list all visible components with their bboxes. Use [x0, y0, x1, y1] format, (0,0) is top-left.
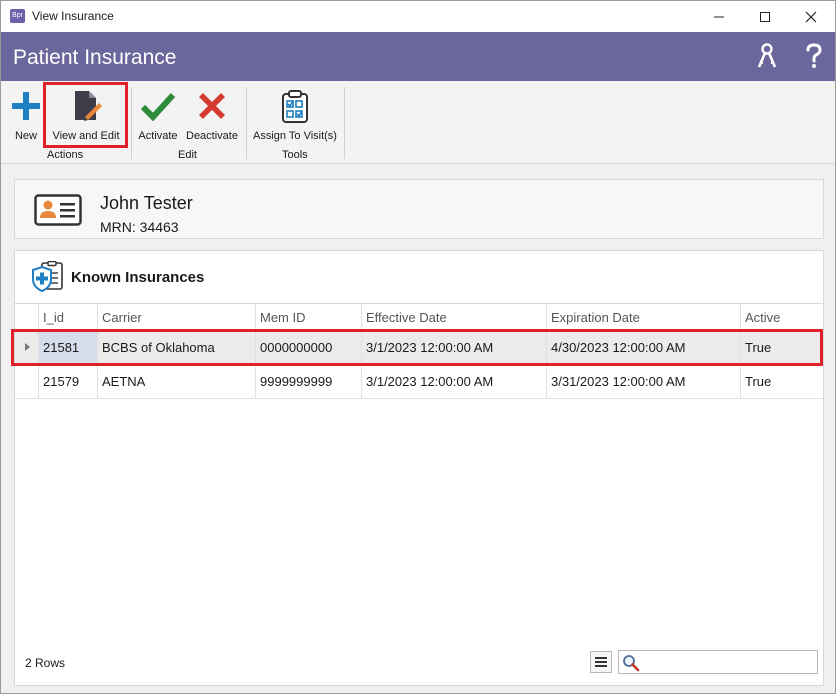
close-button[interactable]: [788, 1, 834, 32]
group-separator: [344, 87, 345, 159]
column-header-mem-id[interactable]: Mem ID: [256, 304, 362, 331]
cell-active: True: [745, 374, 772, 389]
patient-name: John Tester: [100, 193, 193, 213]
view-insurance-window: Bpr View Insurance Patient Insurance New…: [0, 0, 836, 694]
new-label: New: [14, 130, 37, 142]
group-label-tools: Tools: [282, 149, 308, 161]
row-count: 2 Rows: [25, 656, 66, 670]
keys-button[interactable]: [753, 42, 781, 70]
cell-id: 21579: [39, 365, 98, 398]
window-title: View Insurance: [32, 9, 114, 23]
grid-header: I_id Carrier Mem ID Effective Date Expir…: [15, 303, 823, 332]
column-header-effective-date[interactable]: Effective Date: [362, 304, 547, 331]
search-input[interactable]: [641, 653, 815, 673]
grid-menu-button[interactable]: [590, 651, 612, 673]
question-icon: [806, 43, 822, 68]
id-card-icon: [34, 194, 82, 231]
assign-to-visits-label: Assign To Visit(s): [253, 130, 337, 142]
deactivate-label: Deactivate: [186, 130, 238, 142]
table-row[interactable]: 21579 AETNA 9999999999 3/1/2023 12:00:00…: [15, 365, 823, 399]
assign-to-visits-button[interactable]: Assign To Visit(s): [253, 85, 337, 145]
checkmark-icon: [141, 89, 175, 123]
search-box[interactable]: [618, 650, 818, 674]
column-header-carrier[interactable]: Carrier: [98, 304, 256, 331]
column-header-active[interactable]: Active: [741, 304, 823, 331]
close-icon: [805, 11, 817, 22]
ribbon-toolbar: New View and Edit Actions Activate Deact…: [1, 81, 835, 164]
known-insurances-panel: Known Insurances I_id Carrier Mem ID Eff…: [11, 250, 824, 686]
maximize-icon: [760, 11, 770, 22]
column-header-expiration-date[interactable]: Expiration Date: [547, 304, 741, 331]
x-icon: [195, 89, 229, 123]
selected-row-highlight: [11, 329, 823, 366]
minimize-icon: [714, 16, 724, 17]
cell-mem-id: 9999999999: [256, 365, 362, 398]
help-button[interactable]: [800, 42, 828, 70]
title-bar: Bpr View Insurance: [1, 1, 835, 32]
menu-icon: [595, 657, 607, 667]
row-header-column: [15, 304, 39, 331]
patient-mrn: MRN: 34463: [100, 219, 179, 235]
maximize-button[interactable]: [742, 1, 788, 32]
group-separator: [131, 87, 132, 159]
group-separator: [246, 87, 247, 159]
group-label-edit: Edit: [178, 149, 197, 161]
plus-icon: [9, 89, 43, 123]
search-icon: [623, 655, 640, 672]
cell-expiration-date: 3/31/2023 12:00:00 AM: [547, 365, 741, 398]
header-band: Patient Insurance: [1, 32, 835, 81]
view-and-edit-highlight: [43, 82, 128, 148]
activate-button[interactable]: Activate: [137, 85, 179, 145]
known-insurances-title: Known Insurances: [71, 269, 205, 286]
clipboard-checklist-icon: [278, 89, 312, 123]
new-button[interactable]: New: [9, 85, 43, 145]
page-title: Patient Insurance: [13, 46, 177, 69]
minimize-button[interactable]: [696, 1, 742, 32]
cell-carrier: AETNA: [98, 365, 256, 398]
patient-card: John Tester MRN: 34463: [14, 179, 824, 239]
keys-icon: [757, 43, 777, 68]
column-header-id[interactable]: I_id: [39, 304, 98, 331]
cell-effective-date: 3/1/2023 12:00:00 AM: [362, 365, 547, 398]
app-icon: Bpr: [10, 9, 25, 23]
activate-label: Activate: [138, 130, 178, 142]
shield-medical-icon: [31, 260, 65, 298]
deactivate-button[interactable]: Deactivate: [184, 85, 240, 145]
row-indicator-cell: [15, 365, 39, 398]
group-label-actions: Actions: [47, 149, 84, 161]
